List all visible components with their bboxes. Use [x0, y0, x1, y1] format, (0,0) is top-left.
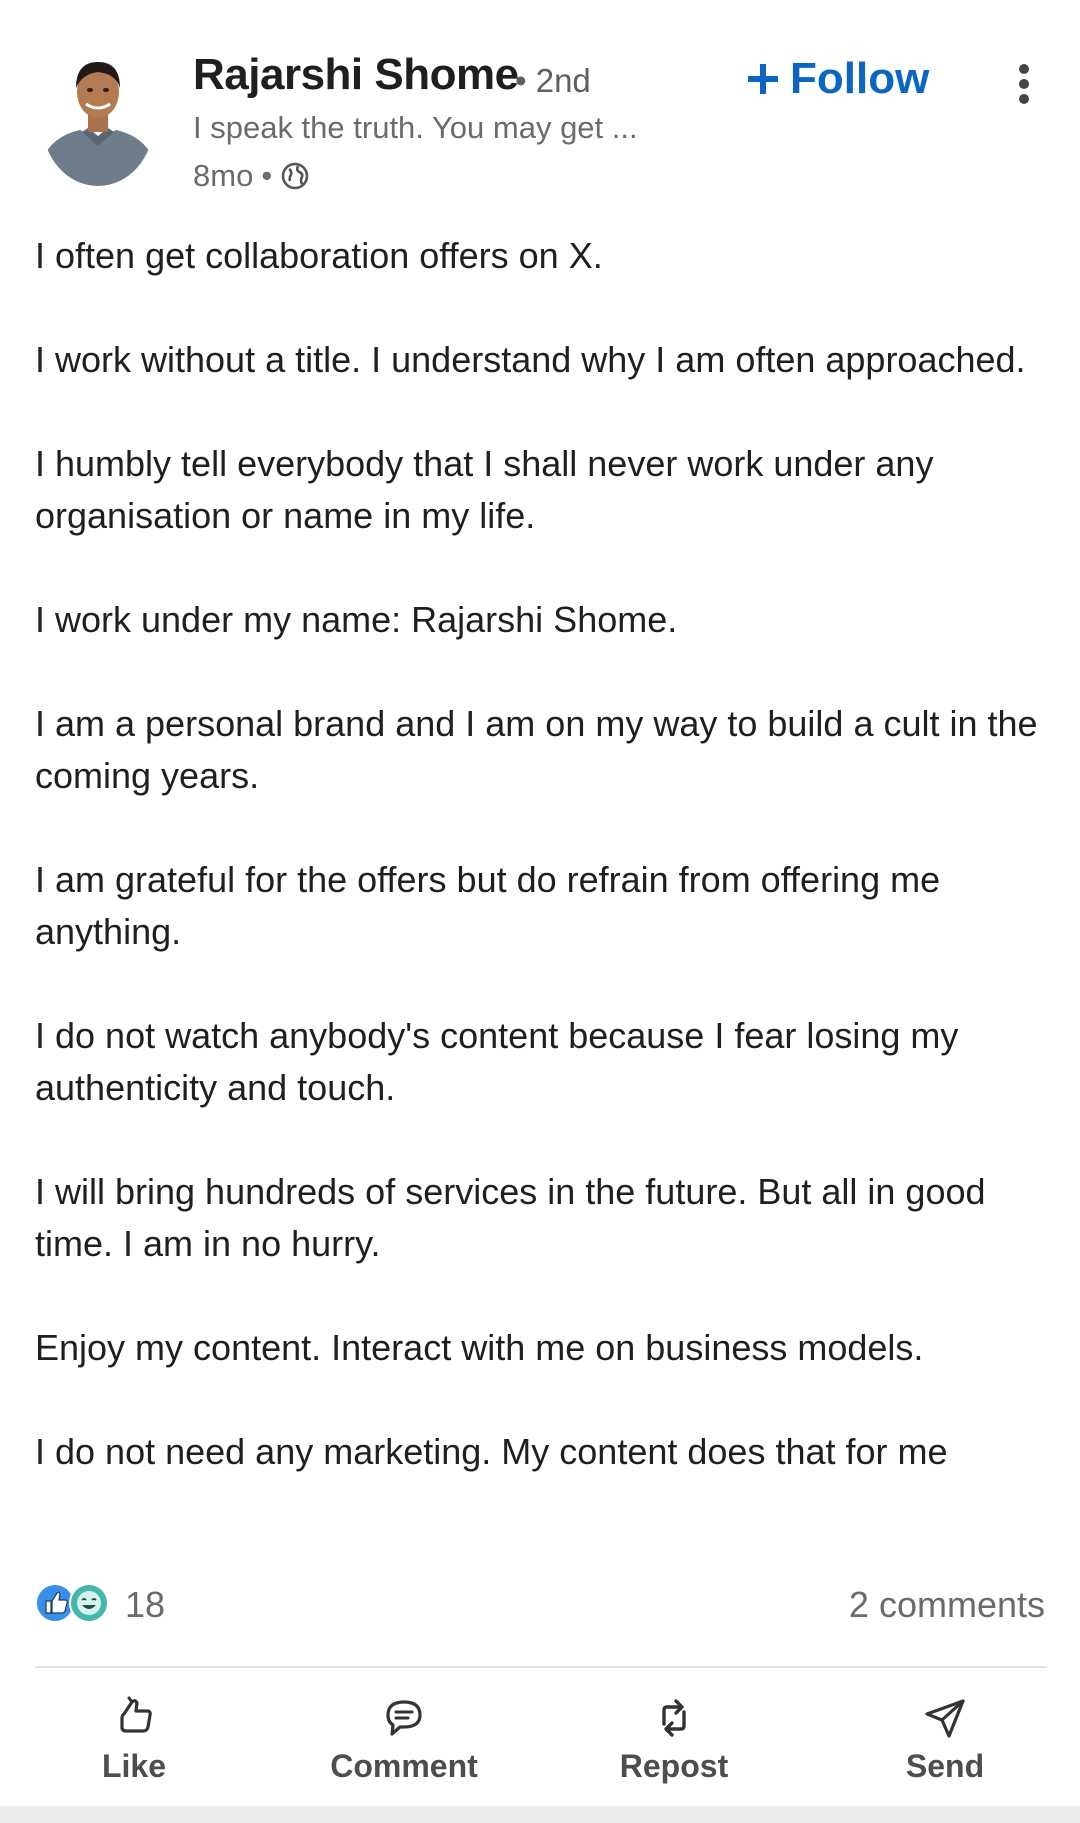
bottom-separator [0, 1806, 1080, 1823]
comment-label: Comment [330, 1747, 478, 1784]
post-paragraph: I work under my name: Rajarshi Shome. [35, 599, 678, 640]
reaction-count[interactable]: 18 [125, 1584, 165, 1626]
plus-icon [748, 64, 778, 94]
meta-separator: • [261, 158, 273, 193]
reaction-icons[interactable] [35, 1580, 115, 1626]
globe-icon [281, 162, 309, 190]
send-icon [925, 1698, 965, 1738]
repost-icon [662, 1698, 686, 1737]
post-paragraph: I often get collaboration offers on X. [35, 235, 603, 276]
post-paragraph: Enjoy my content. Interact with me on bu… [35, 1327, 924, 1368]
follow-label: Follow [790, 54, 930, 103]
funny-reaction-icon [69, 1583, 109, 1623]
post-time: 8mo [193, 158, 254, 193]
post-card: Rajarshi Shome • 2nd I speak the truth. … [0, 0, 1080, 1823]
comment-icon [386, 1699, 422, 1736]
post-paragraph: I do not watch anybody's content because… [35, 1015, 959, 1108]
post-meta: 8mo • [193, 158, 310, 194]
avatar[interactable] [42, 48, 154, 186]
social-counts: 18 2 comments [35, 1580, 1045, 1630]
send-label: Send [905, 1747, 985, 1784]
like-label: Like [101, 1747, 167, 1784]
post-paragraph: I humbly tell everybody that I shall nev… [35, 443, 934, 536]
post-paragraph: I will bring hundreds of services in the… [35, 1171, 986, 1264]
connection-degree: • 2nd [515, 62, 591, 99]
post-text: I often get collaboration offers on X. I… [35, 230, 1055, 1478]
avatar-image [42, 58, 154, 186]
repost-label: Repost [619, 1747, 729, 1784]
action-bar: Like Comment Repost Send [0, 1680, 1080, 1798]
like-button[interactable]: Like [24, 1680, 244, 1798]
post-paragraph: I do not need any marketing. My content … [35, 1431, 948, 1472]
post-header: Rajarshi Shome • 2nd I speak the truth. … [0, 0, 1080, 200]
thumbs-up-icon [120, 1696, 152, 1733]
post-paragraph: I am grateful for the offers but do refr… [35, 859, 941, 952]
author-headline[interactable]: I speak the truth. You may get ... [193, 110, 638, 146]
post-paragraph: I work without a title. I understand why… [35, 339, 1026, 380]
post-paragraph: I am a personal brand and I am on my way… [35, 703, 1038, 796]
divider [35, 1666, 1047, 1668]
repost-button[interactable]: Repost [564, 1680, 784, 1798]
comments-count[interactable]: 2 comments [849, 1584, 1045, 1626]
author-name[interactable]: Rajarshi Shome [193, 50, 519, 100]
send-button[interactable]: Send [835, 1680, 1055, 1798]
like-reaction-icon [35, 1583, 75, 1623]
follow-button[interactable]: Follow [746, 54, 929, 104]
comment-button[interactable]: Comment [294, 1680, 514, 1798]
more-vertical-icon[interactable] [1004, 60, 1044, 108]
